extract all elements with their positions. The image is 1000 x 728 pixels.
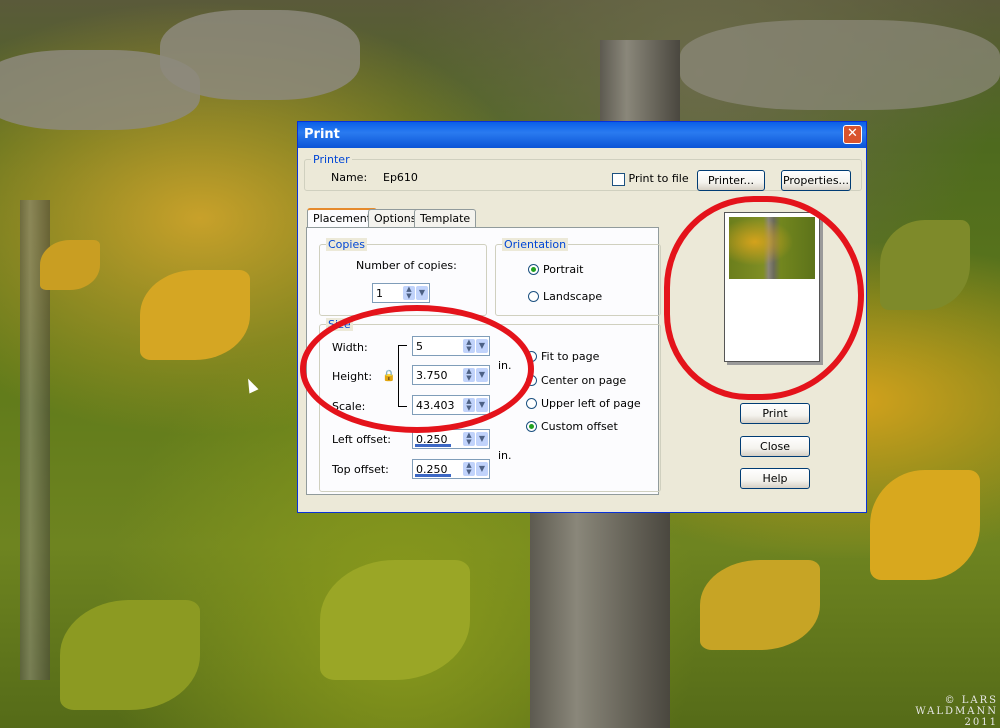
copies-stepper[interactable]: 1 ▲ ▼ ▼ <box>372 283 430 303</box>
upper-left-label: Upper left of page <box>541 397 641 410</box>
dialog-titlebar[interactable]: Print ✕ <box>298 122 866 148</box>
upper-left-radio[interactable]: Upper left of page <box>526 397 641 410</box>
foliage <box>870 470 980 580</box>
spin-arrows-icon[interactable]: ▲ ▼ <box>463 462 475 476</box>
fit-to-page-label: Fit to page <box>541 350 600 363</box>
printer-button[interactable]: Printer... <box>697 170 765 191</box>
foliage <box>880 220 970 310</box>
chevron-down-icon[interactable]: ▼ <box>476 462 488 476</box>
close-icon[interactable]: ✕ <box>843 125 862 144</box>
custom-offset-label: Custom offset <box>541 420 618 433</box>
foliage <box>40 240 100 290</box>
tree-trunk <box>530 500 670 728</box>
annotation-circle-size <box>300 305 534 433</box>
help-button[interactable]: Help <box>740 468 810 489</box>
left-offset-label: Left offset: <box>332 433 392 446</box>
radio-unselected-icon[interactable] <box>526 398 537 409</box>
print-button[interactable]: Print <box>740 403 810 424</box>
copies-legend: Copies <box>326 238 367 251</box>
printer-legend: Printer <box>311 153 352 166</box>
offset-bar <box>415 444 451 447</box>
offset-bar <box>415 474 451 477</box>
center-on-page-label: Center on page <box>541 374 627 387</box>
stone-wall <box>160 10 360 100</box>
watermark-line: WALDMANN <box>915 706 998 717</box>
tab-placement[interactable]: Placement <box>307 208 378 228</box>
landscape-radio[interactable]: Landscape <box>528 290 602 303</box>
foliage <box>60 600 200 710</box>
stone-wall <box>680 20 1000 110</box>
dialog-title: Print <box>304 127 340 142</box>
printer-name-label: Name: <box>331 171 368 184</box>
fit-to-page-radio[interactable]: Fit to page <box>526 350 599 363</box>
spin-arrows-icon[interactable]: ▲ ▼ <box>403 286 415 300</box>
tree-trunk-upper <box>600 40 680 130</box>
watermark-line: 2011 <box>964 717 998 728</box>
landscape-label: Landscape <box>543 290 603 303</box>
chevron-down-icon[interactable]: ▼ <box>416 286 428 300</box>
mouse-cursor-icon <box>243 376 259 394</box>
copies-value[interactable]: 1 <box>376 287 383 300</box>
portrait-radio[interactable]: Portrait <box>528 263 583 276</box>
foliage <box>700 560 820 650</box>
print-to-file-label: Print to file <box>628 172 689 185</box>
photographer-watermark: © LARS WALDMANN 2011 <box>915 695 998 728</box>
radio-unselected-icon[interactable] <box>528 291 539 302</box>
properties-button[interactable]: Properties... <box>781 170 851 191</box>
printer-group: Printer Name: Ep610 Print to file Printe… <box>304 153 862 191</box>
center-on-page-radio[interactable]: Center on page <box>526 374 626 387</box>
tab-template[interactable]: Template <box>414 209 477 227</box>
radio-selected-icon[interactable] <box>526 421 537 432</box>
top-offset-stepper[interactable]: 0.250 ▲ ▼ ▼ <box>412 459 490 479</box>
orientation-legend: Orientation <box>502 238 569 251</box>
foliage <box>140 270 250 360</box>
checkbox-box[interactable] <box>612 172 625 186</box>
print-to-file-checkbox[interactable]: Print to file <box>612 172 689 186</box>
foliage <box>320 560 470 680</box>
printer-name-value: Ep610 <box>383 171 418 184</box>
top-offset-label: Top offset: <box>332 463 389 476</box>
unit-label: in. <box>498 449 512 462</box>
radio-selected-icon[interactable] <box>528 264 539 275</box>
orientation-group: Orientation Portrait Landscape <box>495 238 661 316</box>
spin-arrows-icon[interactable]: ▲ ▼ <box>463 432 475 446</box>
watermark-line: © LARS <box>944 695 998 706</box>
close-button[interactable]: Close <box>740 436 810 457</box>
custom-offset-radio[interactable]: Custom offset <box>526 420 618 433</box>
portrait-label: Portrait <box>543 263 584 276</box>
number-of-copies-label: Number of copies: <box>356 259 457 272</box>
chevron-down-icon[interactable]: ▼ <box>476 432 488 446</box>
